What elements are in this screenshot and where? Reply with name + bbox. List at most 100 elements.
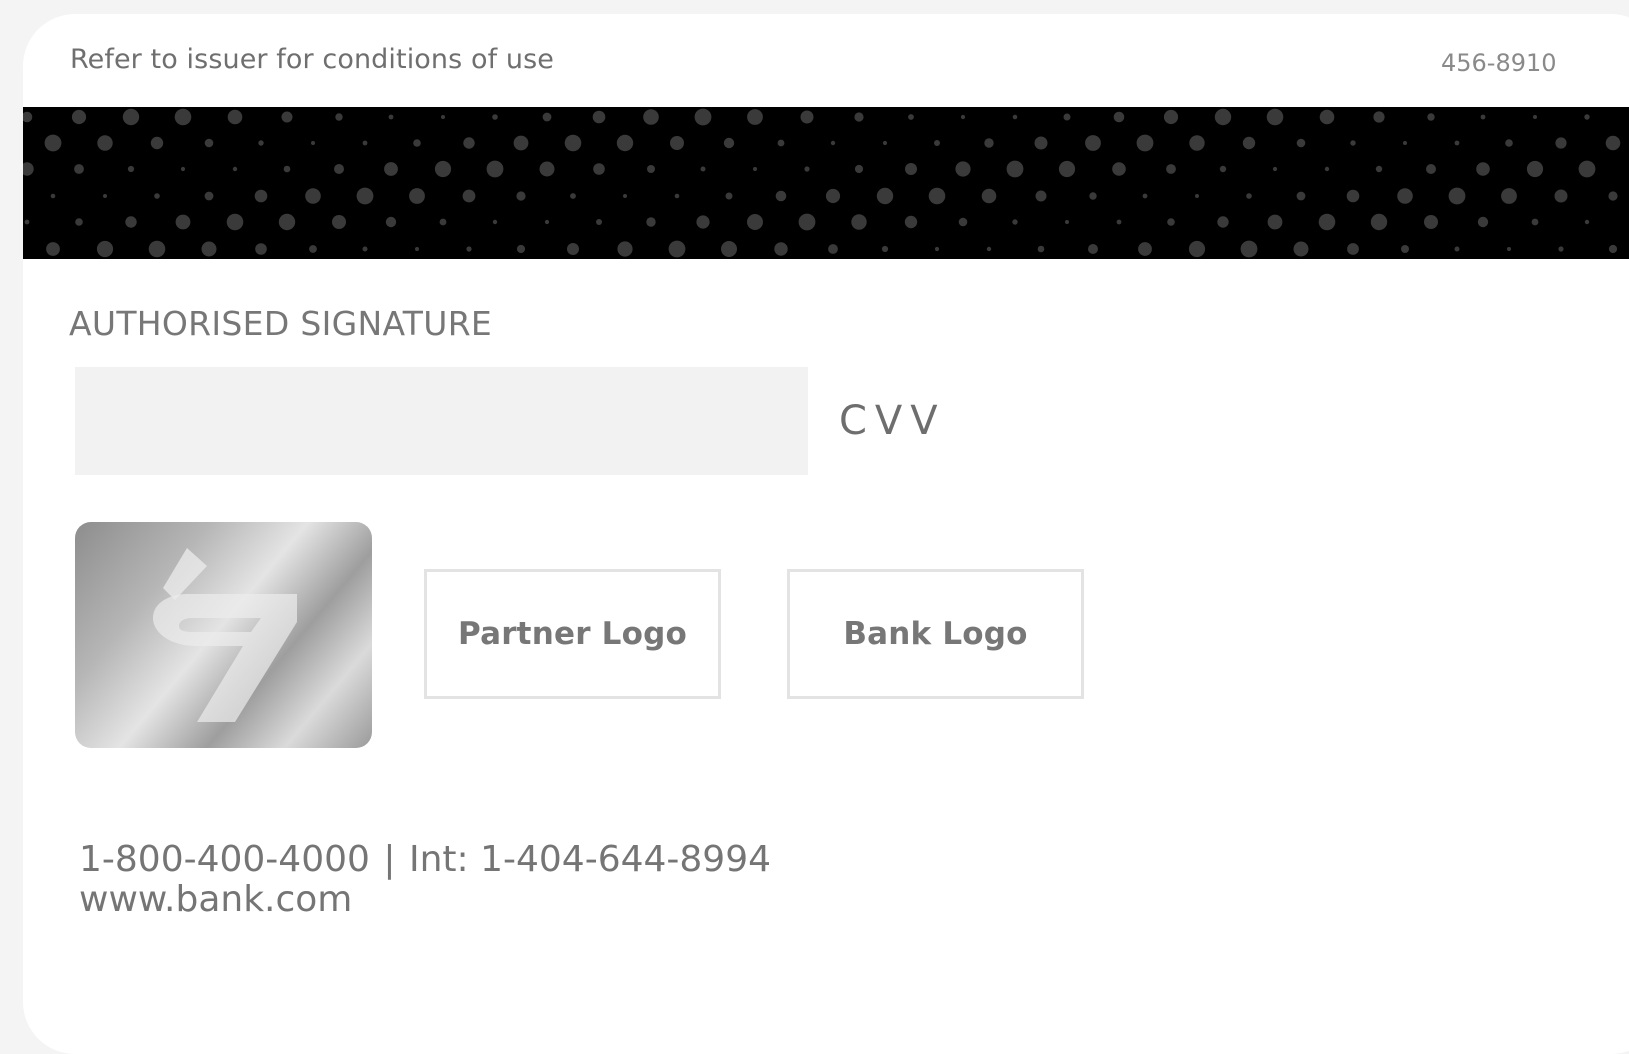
stripe-dot <box>174 108 192 126</box>
stripe-dot <box>1163 109 1179 125</box>
stripe-dot <box>828 244 838 254</box>
stripe-dot <box>725 192 733 200</box>
stripe-dot <box>647 165 655 173</box>
stripe-dot <box>646 217 656 227</box>
stripe-dot <box>1533 115 1537 119</box>
stripe-dot <box>71 109 87 125</box>
stripe-dot <box>1167 218 1175 226</box>
stripe-dot <box>204 191 214 201</box>
stripe-dot <box>516 244 526 254</box>
stripe-dot <box>1424 215 1438 229</box>
stripe-dot <box>674 193 680 199</box>
stripe-dot <box>1373 111 1385 123</box>
stripe-dot <box>278 213 296 231</box>
stripe-dot <box>1189 135 1205 151</box>
stripe-dot <box>747 214 763 230</box>
stripe-dot <box>1037 245 1045 253</box>
stripe-dot <box>1188 240 1206 258</box>
stripe-dot <box>1403 141 1407 145</box>
stripe-dot <box>876 187 894 205</box>
stripe-dot <box>984 138 994 148</box>
stripe-dot <box>1088 244 1098 254</box>
stripe-dot <box>723 137 735 149</box>
stripe-dot <box>409 188 425 204</box>
stripe-dot <box>1426 164 1436 174</box>
bank-website[interactable]: www.bank.com <box>79 880 352 920</box>
signature-heading: AUTHORISED SIGNATURE <box>69 304 493 343</box>
stripe-dot <box>1526 160 1544 178</box>
stripe-dot <box>1558 246 1564 252</box>
stripe-dot <box>434 160 452 178</box>
stripe-dot <box>415 247 419 251</box>
stripe-dot <box>1476 162 1490 176</box>
stripe-dot <box>1608 244 1618 254</box>
stripe-dot <box>1267 214 1283 230</box>
stripe-dot <box>283 165 291 173</box>
magnetic-stripe <box>23 107 1629 259</box>
stripe-dot <box>1350 140 1356 146</box>
stripe-dot <box>1477 216 1489 228</box>
stripe-dot <box>1242 136 1256 150</box>
stripe-dot <box>1347 243 1359 255</box>
stripe-dot <box>150 136 164 150</box>
stripe-dot <box>1608 191 1618 201</box>
stripe-dot <box>466 246 472 252</box>
stripe-dot <box>385 216 397 228</box>
stripe-dot <box>596 219 602 225</box>
stripe-dot <box>254 189 268 203</box>
stripe-dot <box>1346 189 1360 203</box>
stripe-dot <box>335 113 343 121</box>
stripe-dot <box>567 243 579 255</box>
stripe-dot <box>905 163 917 175</box>
contact-divider: | <box>383 839 396 880</box>
stripe-dot <box>413 139 421 147</box>
stripe-dot <box>1012 219 1018 225</box>
stripe-dot <box>439 218 447 226</box>
stripe-dot <box>592 110 606 124</box>
card-back: Refer to issuer for conditions of use 45… <box>23 14 1629 1054</box>
stripe-dot <box>154 193 160 199</box>
stripe-dot <box>616 134 634 152</box>
stripe-dot <box>305 188 321 204</box>
stripe-dot <box>122 108 140 126</box>
stripe-dot <box>617 241 633 257</box>
stripe-dot <box>1318 213 1336 231</box>
stripe-dot <box>1501 188 1517 204</box>
stripe-dot <box>362 140 368 146</box>
stripe-dot <box>670 136 684 150</box>
stripe-dot <box>986 246 992 252</box>
stripe-dot <box>1246 193 1252 199</box>
contact-phone-line: 1-800-400-4000 | Int: 1-404-644-8994 <box>79 840 771 880</box>
stripe-dot <box>1427 113 1435 121</box>
stripe-dot <box>1195 194 1199 198</box>
stripe-dot <box>798 213 816 231</box>
stripe-dot <box>309 245 317 253</box>
stripe-dot <box>103 194 107 198</box>
stripe-dot <box>201 241 217 257</box>
stripe-dot <box>388 114 394 120</box>
stripe-dot <box>463 137 475 149</box>
stripe-dot <box>334 164 344 174</box>
stripe-dot <box>777 139 785 147</box>
stripe-dot <box>1219 165 1227 173</box>
stripe-dot <box>1401 245 1409 253</box>
stripe-dot <box>1454 140 1460 146</box>
hologram-emblem-icon <box>75 522 372 748</box>
stripe-dot <box>825 188 841 204</box>
stripe-dot <box>125 216 137 228</box>
stripe-dot <box>1035 190 1047 202</box>
stripe-dot <box>1089 192 1097 200</box>
stripe-dot <box>1296 138 1306 148</box>
stripe-dot <box>1454 246 1460 252</box>
stripe-dot <box>775 190 787 202</box>
stripe-dot <box>492 114 498 120</box>
stripe-dot <box>955 161 971 177</box>
stripe-dot <box>127 165 135 173</box>
stripe-dot <box>356 187 374 205</box>
signature-panel[interactable] <box>75 367 808 475</box>
stripe-dot <box>1507 247 1511 251</box>
stripe-dot <box>1324 166 1330 172</box>
stripe-dot <box>696 215 710 229</box>
stripe-dot <box>97 135 113 151</box>
stripe-dot <box>1375 165 1383 173</box>
